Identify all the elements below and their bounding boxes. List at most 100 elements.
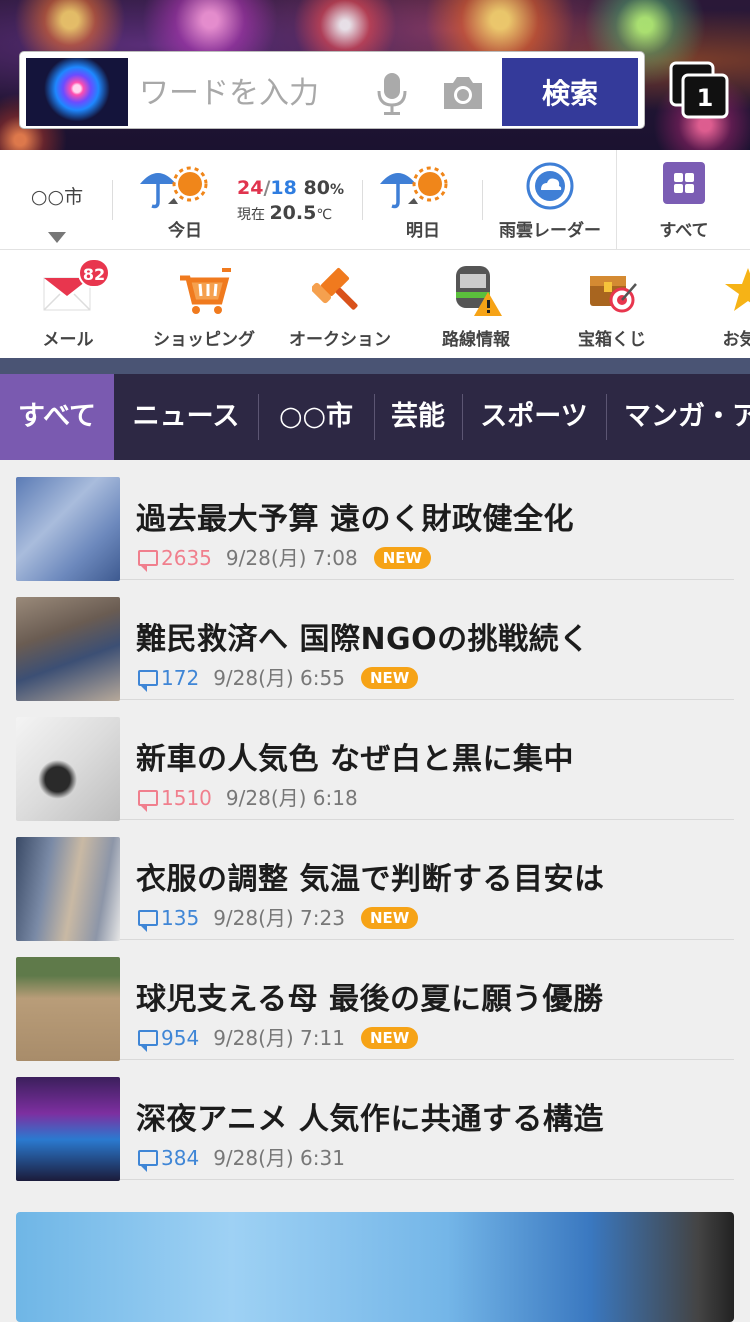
cart-icon: [180, 268, 231, 314]
rain-then-sun-icon[interactable]: [378, 160, 452, 212]
tab-local-city[interactable]: ○○市: [262, 374, 370, 460]
service-transit[interactable]: 路線情報: [408, 250, 544, 358]
new-badge: NEW: [360, 907, 419, 929]
today-label: 今日: [168, 221, 202, 241]
new-badge: NEW: [360, 1027, 419, 1049]
service-favorites[interactable]: お気に: [680, 250, 750, 358]
tab-manga[interactable]: マンガ・ア: [612, 374, 750, 460]
service-label: メール: [42, 330, 94, 350]
all-services-button[interactable]: すべて: [616, 150, 750, 250]
tomorrow-label: 明日: [406, 221, 440, 241]
comment-count[interactable]: 2635: [161, 546, 212, 570]
current-temperature: 現在 20.5℃: [237, 202, 333, 224]
news-time: 9/28(月) 6:31: [213, 1146, 345, 1170]
comment-count[interactable]: 384: [161, 1146, 199, 1170]
comment-icon: [138, 1150, 158, 1172]
tab-sports[interactable]: スポーツ: [466, 374, 602, 460]
news-headline[interactable]: 衣服の調整 気温で判断する目安は: [136, 854, 604, 898]
header-fireworks-banner: 検索 1: [0, 0, 750, 150]
tab-entertainment[interactable]: 芸能: [378, 374, 458, 460]
section-divider: [0, 358, 750, 374]
service-shortcuts: 82 メール ショッピング オークション 路線情報 宝箱くじ お気: [0, 250, 750, 358]
service-label: お気に: [722, 330, 750, 350]
city-selector[interactable]: ○○市: [20, 182, 94, 209]
train-icon: [456, 266, 502, 316]
news-headline[interactable]: 深夜アニメ 人気作に共通する構造: [136, 1094, 604, 1138]
comment-icon: [138, 670, 158, 692]
treasure-icon: [590, 276, 637, 313]
fireworks-thumbnail[interactable]: [26, 58, 128, 126]
today-high: 24: [237, 177, 264, 199]
news-time: 9/28(月) 7:23: [213, 906, 345, 930]
rain-radar-icon[interactable]: [526, 162, 574, 210]
news-meta: 1510 9/28(月) 6:18: [138, 782, 358, 812]
news-thumbnail: [16, 957, 120, 1061]
news-meta: 172 9/28(月) 6:55 NEW: [138, 662, 419, 692]
search-button[interactable]: 検索: [502, 58, 638, 126]
news-thumbnail: [16, 1077, 120, 1181]
grid-icon: [663, 162, 705, 204]
comment-icon: [138, 790, 158, 812]
star-icon: [725, 268, 750, 311]
service-auction[interactable]: オークション: [272, 250, 408, 358]
news-item[interactable]: 難民救済へ 国際NGOの挑戦続く 172 9/28(月) 6:55 NEW: [16, 580, 734, 701]
news-headline[interactable]: 過去最大予算 遠のく財政健全化: [136, 494, 574, 538]
service-label: 宝箱くじ: [578, 330, 646, 350]
comment-count[interactable]: 1510: [161, 786, 212, 810]
news-item[interactable]: 球児支える母 最後の夏に願う優勝 954 9/28(月) 7:11 NEW: [16, 940, 734, 1061]
news-meta: 2635 9/28(月) 7:08 NEW: [138, 542, 432, 572]
tab-switcher-icon[interactable]: 1: [668, 60, 730, 120]
microphone-icon[interactable]: [375, 71, 409, 117]
comment-icon: [138, 910, 158, 932]
news-item[interactable]: 過去最大予算 遠のく財政健全化 2635 9/28(月) 7:08 NEW: [16, 460, 734, 581]
chevron-down-icon[interactable]: [48, 232, 66, 243]
comment-count[interactable]: 954: [161, 1026, 199, 1050]
new-badge: NEW: [373, 547, 432, 569]
comment-count[interactable]: 135: [161, 906, 199, 930]
tab-news[interactable]: ニュース: [118, 374, 254, 460]
service-label: 路線情報: [442, 330, 510, 350]
search-bar: 検索: [20, 52, 644, 128]
search-input[interactable]: [139, 61, 369, 125]
service-mail[interactable]: 82 メール: [0, 250, 136, 358]
service-shopping[interactable]: ショッピング: [136, 250, 272, 358]
news-thumbnail: [16, 717, 120, 821]
news-headline[interactable]: 難民救済へ 国際NGOの挑戦続く: [136, 614, 590, 658]
rain-then-sun-icon[interactable]: [138, 160, 212, 212]
service-label: ショッピング: [153, 330, 255, 350]
news-meta: 384 9/28(月) 6:31: [138, 1142, 345, 1172]
comment-icon: [138, 550, 158, 572]
news-time: 9/28(月) 7:11: [213, 1026, 345, 1050]
news-time: 9/28(月) 7:08: [225, 546, 358, 570]
news-headline[interactable]: 新車の人気色 なぜ白と黒に集中: [136, 734, 574, 778]
all-services-label: すべて: [659, 221, 709, 241]
news-thumbnail: [16, 837, 120, 941]
rain-radar-label[interactable]: 雨雲レーダー: [494, 216, 606, 241]
comment-count[interactable]: 172: [161, 666, 199, 690]
news-time: 9/28(月) 6:55: [213, 666, 345, 690]
camera-icon[interactable]: [441, 73, 485, 113]
news-meta: 954 9/28(月) 7:11 NEW: [138, 1022, 419, 1052]
news-item[interactable]: 新車の人気色 なぜ白と黒に集中 1510 9/28(月) 6:18: [16, 700, 734, 821]
news-thumbnail: [16, 477, 120, 581]
today-low: 18: [270, 177, 297, 199]
service-treasure-lottery[interactable]: 宝箱くじ: [544, 250, 680, 358]
mail-unread-badge: 82: [78, 258, 110, 288]
news-headline[interactable]: 球児支える母 最後の夏に願う優勝: [136, 974, 604, 1018]
gavel-icon: [312, 267, 358, 310]
tab-all[interactable]: すべて: [0, 374, 114, 460]
news-meta: 135 9/28(月) 7:23 NEW: [138, 902, 419, 932]
category-tabs: すべて ニュース ○○市 芸能 スポーツ マンガ・ア: [0, 374, 750, 460]
news-item[interactable]: 衣服の調整 気温で判断する目安は 135 9/28(月) 7:23 NEW: [16, 820, 734, 941]
comment-icon: [138, 1030, 158, 1052]
today-temperatures: 24/18 80%: [237, 177, 344, 199]
service-label: オークション: [289, 330, 391, 350]
precip-chance: 80: [303, 177, 330, 199]
news-time: 9/28(月) 6:18: [225, 786, 358, 810]
news-list: 過去最大予算 遠のく財政健全化 2635 9/28(月) 7:08 NEW 難民救済…: [0, 460, 750, 1196]
new-badge: NEW: [360, 667, 419, 689]
promo-banner[interactable]: [16, 1212, 734, 1322]
news-item[interactable]: 深夜アニメ 人気作に共通する構造 384 9/28(月) 6:31: [16, 1060, 734, 1181]
tab-count: 1: [697, 84, 714, 112]
weather-strip: ○○市 今日 24/18 80% 現在 20.5℃ 明日 雨雲レーダー すべて: [0, 150, 750, 250]
